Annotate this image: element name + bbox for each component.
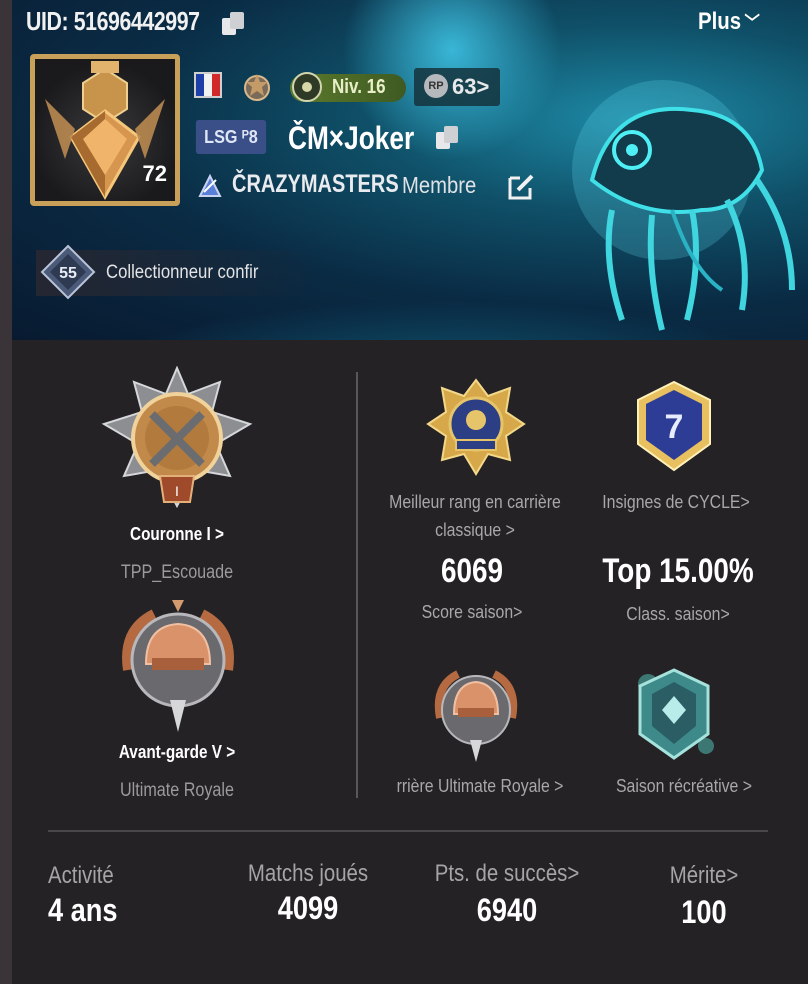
profile-header: UID: 51696442997 Plus ﹀ 72 Niv. 16 RP 63… (12, 0, 808, 340)
chevron-down-icon: ﹀ (744, 13, 760, 33)
best-rank-label[interactable]: Meilleur rang en carrière classique > (383, 488, 568, 544)
rank2-title[interactable]: Avant-garde V > (62, 742, 292, 763)
season-score-label[interactable]: Score saison> (393, 598, 551, 626)
season-rank-label[interactable]: Class. saison> (590, 600, 766, 628)
level-compass-icon (292, 72, 322, 102)
avatar-level: 72 (142, 161, 167, 186)
edit-icon[interactable] (506, 172, 536, 202)
clan-name[interactable]: ČRAZYMASTERS (232, 170, 399, 199)
stat-activity-label: Activité (48, 862, 114, 889)
clan-icon (198, 173, 222, 197)
level-text: Niv. 16 (332, 76, 386, 98)
stat-activity-value: 4 ans (48, 892, 118, 928)
ultimate-career-label[interactable]: rrière Ultimate Royale > (381, 772, 578, 800)
stat-matches-label: Matchs joués (247, 860, 369, 887)
stat-matches-value: 4099 (277, 890, 339, 926)
flag-france-icon (194, 72, 222, 98)
collector-badge-icon: 55 (40, 244, 96, 300)
avatar[interactable]: 72 (30, 54, 180, 206)
copy-uid-icon[interactable] (222, 12, 244, 36)
stat-merit-value: 100 (681, 894, 727, 930)
collector-level: 55 (59, 265, 77, 282)
svg-text:I: I (175, 483, 179, 499)
stat-achievement-label[interactable]: Pts. de succès> (425, 860, 590, 888)
cycle-number: 7 (665, 408, 684, 446)
stat-achievement-value: 6940 (476, 892, 538, 928)
rank2-mode: Ultimate Royale (119, 780, 234, 801)
casual-season-badge-icon[interactable] (628, 664, 720, 764)
cycle-badge-icon[interactable]: 7 (634, 380, 714, 472)
jellyfish-background-icon (572, 80, 795, 331)
stat-merit-label[interactable]: Mérite> (651, 862, 756, 890)
uid-text: UID: 51696442997 (26, 6, 200, 36)
vertical-divider (356, 372, 358, 798)
rp-value: 63> (452, 74, 490, 99)
profile-panel: UID: 51696442997 Plus ﹀ 72 Niv. 16 RP 63… (12, 0, 808, 984)
rank1-mode: TPP_Escouade (120, 562, 234, 583)
copy-name-icon[interactable] (436, 126, 458, 150)
clan-role: Membre (402, 172, 477, 198)
vanguard-helmet-badge-icon[interactable] (114, 600, 242, 734)
ultimate-career-badge-icon[interactable] (430, 664, 522, 764)
player-name: ČM×Joker (288, 120, 415, 156)
more-button[interactable]: Plus ﹀ (698, 8, 760, 36)
rank1-title[interactable]: Couronne I > (62, 524, 292, 545)
collector-title: Collectionneur confir (106, 262, 259, 283)
horizontal-divider (48, 830, 768, 832)
more-label: Plus (698, 8, 742, 35)
crown-rank-badge-icon[interactable]: I (100, 366, 254, 512)
season-score-value: 6069 (440, 552, 504, 590)
rank-tag: LSG ᴾ8 (195, 120, 267, 154)
tier-emblem-icon[interactable] (240, 70, 274, 104)
best-rank-badge-icon[interactable] (426, 378, 526, 476)
cycle-label[interactable]: Insignes de CYCLE> (597, 488, 755, 516)
season-rank-value: Top 15.00% (602, 552, 754, 590)
casual-season-label[interactable]: Saison récréative > (598, 772, 770, 800)
rp-icon: RP (424, 74, 448, 98)
